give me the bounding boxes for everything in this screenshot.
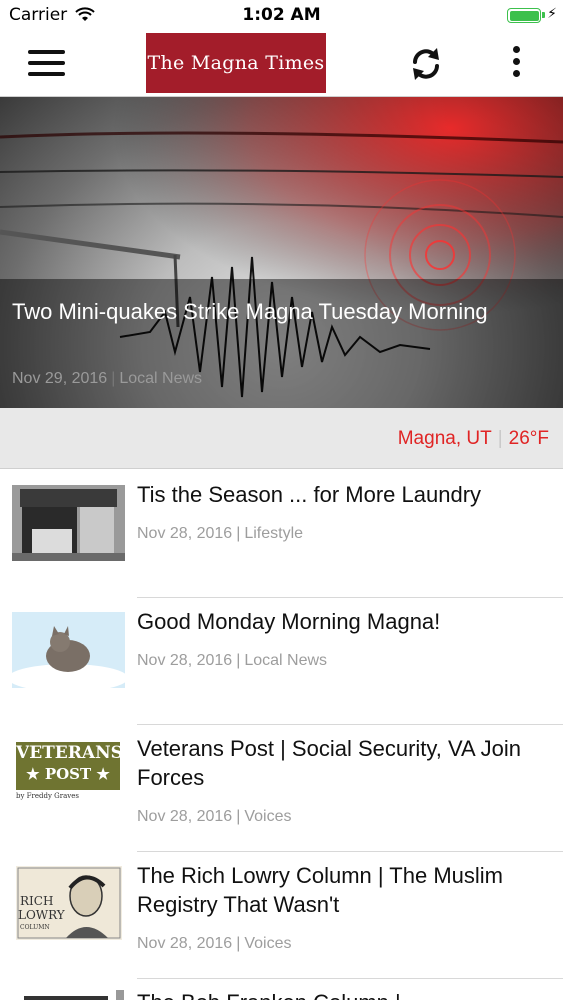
status-bar: Carrier 1:02 AM ⚡ xyxy=(0,0,563,32)
site-logo[interactable]: The Magna Times xyxy=(146,33,326,93)
article-category: Local News xyxy=(244,652,328,669)
veterans-post-logo-thumbnail: VETERANS ★ POST ★ by Freddy Graves xyxy=(16,739,122,805)
article-date: Nov 28, 2016 xyxy=(137,652,233,669)
article-item[interactable]: RICH LOWRY COLUMN The Rich Lowry Column … xyxy=(0,851,563,978)
article-meta: Nov 28, 2016 | Local News xyxy=(137,652,328,669)
hero-meta: Nov 29, 2016 | Local News xyxy=(12,370,203,387)
weather-bar: Magna, UT | 26°F xyxy=(0,408,563,469)
article-meta: Nov 28, 2016 | Voices xyxy=(137,808,292,825)
battery-cap xyxy=(542,12,545,18)
article-item[interactable]: Good Monday Morning Magna! Nov 28, 2016 |… xyxy=(0,597,563,724)
article-date: Nov 28, 2016 xyxy=(137,808,233,825)
featured-story[interactable]: Two Mini-quakes Strike Magna Tuesday Mor… xyxy=(0,97,563,408)
weather-location: Magna, UT xyxy=(397,428,492,449)
article-meta: Nov 28, 2016 | Voices xyxy=(137,935,292,952)
thumb-text: RICH xyxy=(20,894,54,908)
kitten-in-snow-thumbnail xyxy=(12,612,125,688)
article-category: Voices xyxy=(244,935,292,952)
thumb-text: ★ POST ★ xyxy=(26,765,110,783)
top-nav-bar: The Magna Times xyxy=(0,32,563,97)
article-headline[interactable]: Good Monday Morning Magna! xyxy=(137,607,547,636)
article-category: Lifestyle xyxy=(244,525,304,542)
article-date: Nov 28, 2016 xyxy=(137,935,233,952)
article-category: Voices xyxy=(244,808,292,825)
refresh-icon[interactable] xyxy=(406,44,446,84)
weather-info[interactable]: Magna, UT | 26°F xyxy=(398,428,549,450)
hamburger-menu-icon[interactable] xyxy=(28,50,65,76)
thumb-text: COLUMN xyxy=(20,924,50,931)
hero-date: Nov 29, 2016 xyxy=(12,370,108,387)
clock-label: 1:02 AM xyxy=(242,5,321,25)
article-meta: Nov 28, 2016 | Lifestyle xyxy=(137,525,304,542)
article-headline[interactable]: Veterans Post | Social Security, VA Join… xyxy=(137,734,547,792)
thumb-text: VETERANS xyxy=(16,743,122,763)
rich-lowry-column-thumbnail: RICH LOWRY COLUMN xyxy=(16,866,122,940)
battery-icon xyxy=(507,8,541,23)
more-options-icon[interactable] xyxy=(505,46,527,82)
thumb-byline: by Freddy Graves xyxy=(16,792,79,800)
article-headline[interactable]: Tis the Season ... for More Laundry xyxy=(137,480,547,509)
article-date: Nov 28, 2016 xyxy=(137,525,233,542)
charging-icon: ⚡ xyxy=(547,6,557,22)
hero-category: Local News xyxy=(119,370,203,387)
thumb-text: LOWRY xyxy=(18,908,65,922)
weather-temperature: 26°F xyxy=(508,428,549,449)
laundry-room-thumbnail xyxy=(12,485,125,561)
article-item[interactable]: VETERANS ★ POST ★ by Freddy Graves Veter… xyxy=(0,724,563,851)
article-headline[interactable]: The Rich Lowry Column | The Muslim Regis… xyxy=(137,861,547,919)
article-thumbnail xyxy=(24,996,108,1000)
article-thumbnail-edge xyxy=(116,990,124,1000)
article-item[interactable]: Tis the Season ... for More Laundry Nov … xyxy=(0,470,563,597)
hero-headline[interactable]: Two Mini-quakes Strike Magna Tuesday Mor… xyxy=(12,297,532,326)
article-item[interactable]: The Bob Franken Column | xyxy=(0,978,563,1000)
article-headline[interactable]: The Bob Franken Column | xyxy=(137,988,547,1000)
